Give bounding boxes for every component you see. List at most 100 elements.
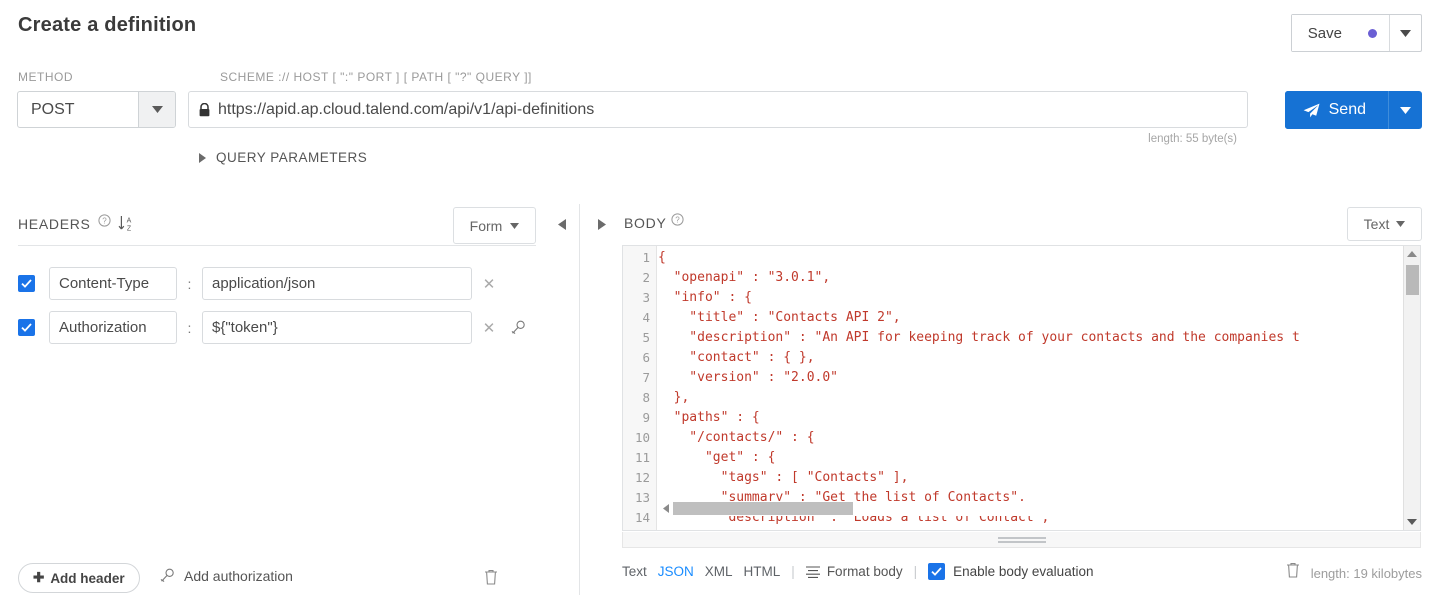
editor-line-numbers: 1 2 3 4 5 6 7 8 9 10 11 12 13 14 15: [623, 246, 657, 530]
body-view-mode-select[interactable]: Text: [1347, 207, 1422, 241]
code-line: "contact" : { },: [658, 350, 815, 365]
check-icon: [21, 323, 32, 332]
header-value-input[interactable]: ${"token"}: [202, 311, 472, 344]
add-authorization-button[interactable]: Add authorization: [160, 568, 293, 584]
paper-plane-icon: [1303, 103, 1320, 117]
body-view-mode-value: Text: [1363, 216, 1390, 232]
header-name-input[interactable]: Content-Type: [49, 267, 177, 300]
body-length-info: length: 19 kilobytes: [1310, 566, 1422, 581]
save-button[interactable]: Save: [1291, 15, 1389, 51]
save-button-group[interactable]: Save: [1290, 14, 1422, 52]
code-line: "title" : "Contacts API 2",: [658, 310, 901, 325]
body-format-json[interactable]: JSON: [658, 564, 694, 579]
line-number: 6: [642, 350, 650, 365]
sort-alpha-icon[interactable]: A Z: [118, 215, 134, 232]
svg-text:Z: Z: [126, 226, 131, 233]
line-number: 2: [642, 270, 650, 285]
header-value-input[interactable]: application/json: [202, 267, 472, 300]
format-body-label: Format body: [826, 564, 903, 579]
caret-left-icon: [662, 504, 669, 513]
send-dropdown-toggle[interactable]: [1388, 91, 1422, 129]
body-header: BODY ?: [624, 213, 685, 232]
vertical-scroll-thumb[interactable]: [1406, 265, 1419, 295]
headers-delete-all-button[interactable]: [484, 569, 498, 590]
enable-body-evaluation-toggle[interactable]: Enable body evaluation: [928, 563, 1093, 580]
add-header-button[interactable]: ✚ Add header: [18, 563, 140, 593]
chevron-down-icon: [1400, 29, 1411, 37]
toolbar-separator: |: [913, 564, 918, 579]
method-select-value: POST: [31, 100, 75, 118]
header-enabled-checkbox[interactable]: [18, 319, 35, 336]
header-enabled-checkbox[interactable]: [18, 275, 35, 292]
caret-up-icon: [1407, 251, 1417, 257]
url-input[interactable]: https://apid.ap.cloud.talend.com/api/v1/…: [188, 91, 1248, 128]
code-line: "tags" : [ "Contacts" ],: [658, 470, 909, 485]
header-row: Authorization : ${"token"} ✕: [18, 311, 530, 344]
key-icon: [511, 320, 525, 334]
question-circle-icon[interactable]: ?: [97, 214, 111, 227]
header-name-input[interactable]: Authorization: [49, 311, 177, 344]
header-authorization-button[interactable]: [506, 320, 530, 336]
collapse-left-button[interactable]: [552, 213, 572, 235]
horizontal-scroll-thumb[interactable]: [673, 502, 853, 515]
line-number: 11: [634, 450, 650, 465]
headers-view-mode-select[interactable]: Form: [453, 207, 536, 244]
headers-header: HEADERS ? A Z: [18, 214, 134, 233]
headers-view-mode-value: Form: [469, 217, 503, 234]
check-icon: [21, 279, 32, 288]
method-label: METHOD: [18, 70, 73, 84]
send-button[interactable]: Send: [1284, 91, 1388, 129]
line-number: 9: [642, 410, 650, 425]
line-number: 4: [642, 310, 650, 325]
caret-right-icon: [199, 152, 206, 163]
code-line: {: [658, 250, 666, 265]
save-button-label: Save: [1307, 24, 1342, 42]
editor-horizontal-scrollbar[interactable]: [658, 501, 1402, 516]
body-code-editor[interactable]: 1 2 3 4 5 6 7 8 9 10 11 12 13 14 15 { "o…: [622, 245, 1421, 531]
editor-code-content[interactable]: { "openapi" : "3.0.1", "info" : { "title…: [658, 246, 1402, 530]
query-parameters-label: QUERY PARAMETERS: [216, 150, 368, 165]
line-number: 12: [634, 470, 650, 485]
query-parameters-toggle[interactable]: QUERY PARAMETERS: [199, 150, 367, 165]
add-header-label: Add header: [50, 570, 125, 586]
chevron-down-icon: [151, 106, 163, 113]
enable-body-evaluation-label: Enable body evaluation: [953, 564, 1094, 579]
editor-resize-handle[interactable]: [622, 532, 1421, 548]
editor-vertical-scrollbar[interactable]: [1403, 246, 1420, 530]
body-format-xml[interactable]: XML: [705, 564, 733, 579]
method-select-toggle[interactable]: [138, 92, 175, 127]
scroll-down-button[interactable]: [1404, 514, 1420, 530]
header-remove-button[interactable]: ✕: [472, 275, 506, 293]
body-title: BODY: [624, 214, 667, 231]
save-dropdown-toggle[interactable]: [1389, 15, 1421, 51]
code-line: "version" : "2.0.0": [658, 370, 839, 385]
scheme-label: SCHEME :// HOST [ ":" PORT ] [ PATH [ "?…: [220, 70, 532, 84]
headers-panel: HEADERS ? A Z Form Content-Type : applic…: [0, 200, 580, 595]
body-format-text[interactable]: Text: [622, 564, 647, 579]
header-remove-button[interactable]: ✕: [472, 319, 506, 337]
chevron-down-icon: [1396, 221, 1406, 227]
toolbar-separator: |: [791, 564, 795, 579]
plus-icon: ✚: [33, 570, 45, 585]
header-separator: :: [187, 319, 192, 336]
format-body-button[interactable]: Format body: [805, 564, 903, 579]
enable-body-evaluation-checkbox[interactable]: [928, 563, 946, 580]
question-circle-icon[interactable]: ?: [671, 213, 685, 226]
scroll-up-button[interactable]: [1404, 246, 1420, 262]
scroll-left-button[interactable]: [658, 501, 673, 516]
line-number: 7: [642, 370, 650, 385]
collapse-right-button[interactable]: [592, 213, 612, 235]
code-line: "info" : {: [658, 290, 752, 305]
body-toolbar: Text JSON XML HTML | Format body | Enabl…: [622, 563, 1093, 580]
chevron-down-icon: [510, 222, 520, 229]
code-line: "/contacts/" : {: [658, 430, 815, 445]
line-number: 10: [634, 430, 650, 445]
check-icon: [931, 567, 942, 576]
method-select[interactable]: POST: [17, 91, 176, 128]
page-title: Create a definition: [18, 14, 197, 36]
send-button-group[interactable]: Send: [1284, 91, 1422, 129]
save-status-dot: [1368, 28, 1377, 38]
svg-text:?: ?: [676, 215, 681, 224]
body-format-html[interactable]: HTML: [744, 564, 781, 579]
body-delete-button[interactable]: [1286, 562, 1300, 583]
